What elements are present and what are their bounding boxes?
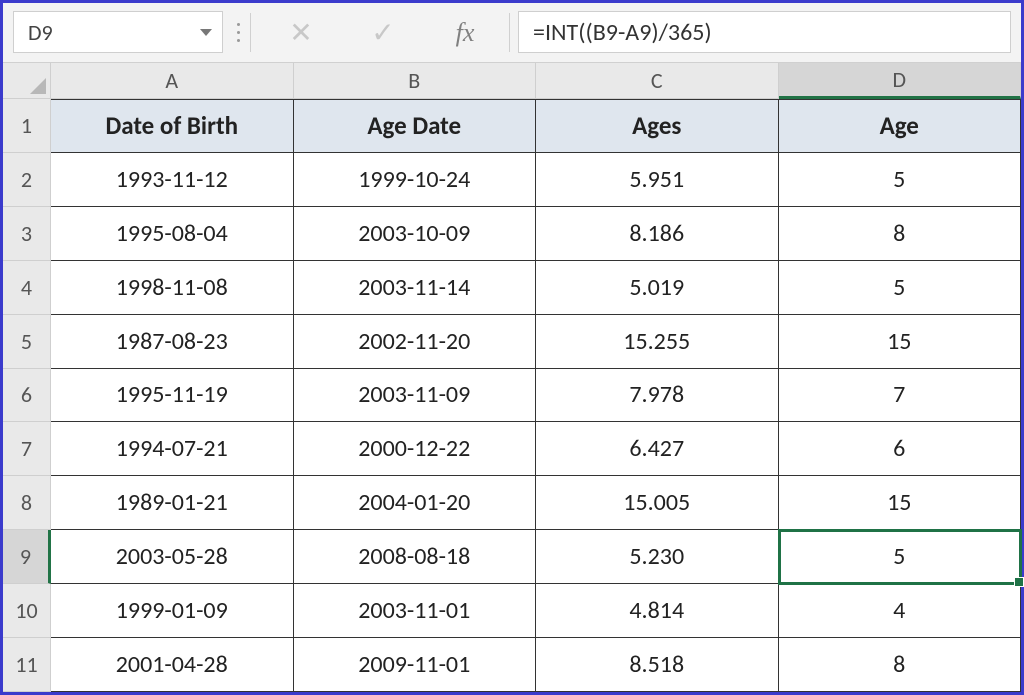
cell-C9[interactable]: 5.230 xyxy=(536,530,779,584)
row-header-1[interactable]: 1 xyxy=(3,99,51,153)
table-row: 41998-11-082003-11-145.0195 xyxy=(3,261,1021,315)
row-header-4[interactable]: 4 xyxy=(3,261,51,315)
cell-A10[interactable]: 1999-01-09 xyxy=(51,584,294,638)
cell-B8[interactable]: 2004-01-20 xyxy=(294,476,537,530)
cell-B3[interactable]: 2003-10-09 xyxy=(294,207,537,261)
row-header-2[interactable]: 2 xyxy=(3,153,51,207)
worksheet: ABCD 1Date of BirthAge DateAgesAge21993-… xyxy=(3,63,1021,692)
cancel-button[interactable]: ✕ xyxy=(279,11,323,55)
cell-A5[interactable]: 1987-08-23 xyxy=(51,315,294,369)
row-header-5[interactable]: 5 xyxy=(3,315,51,369)
cell-D9[interactable]: 5 xyxy=(779,530,1022,584)
row-header-11[interactable]: 11 xyxy=(3,638,51,692)
cell-B1[interactable]: Age Date xyxy=(294,99,537,153)
column-header-B[interactable]: B xyxy=(294,63,537,99)
row-header-8[interactable]: 8 xyxy=(3,476,51,530)
cell-C4[interactable]: 5.019 xyxy=(536,261,779,315)
table-row: 21993-11-121999-10-245.9515 xyxy=(3,153,1021,207)
cell-C1[interactable]: Ages xyxy=(536,99,779,153)
table-row: 61995-11-192003-11-097.9787 xyxy=(3,369,1021,423)
name-box[interactable]: D9 xyxy=(13,11,223,53)
cell-C7[interactable]: 6.427 xyxy=(536,422,779,476)
table-header-row: 1Date of BirthAge DateAgesAge xyxy=(3,99,1021,153)
fx-icon: fx xyxy=(456,18,475,48)
cell-D7[interactable]: 6 xyxy=(779,422,1022,476)
drag-handle-icon[interactable] xyxy=(231,3,246,62)
cell-A8[interactable]: 1989-01-21 xyxy=(51,476,294,530)
column-header-A[interactable]: A xyxy=(51,63,294,99)
cell-A9[interactable]: 2003-05-28 xyxy=(51,530,294,584)
cell-C11[interactable]: 8.518 xyxy=(536,638,779,692)
cell-A4[interactable]: 1998-11-08 xyxy=(51,261,294,315)
table-row: 71994-07-212000-12-226.4276 xyxy=(3,422,1021,476)
cell-D8[interactable]: 15 xyxy=(779,476,1022,530)
cell-C10[interactable]: 4.814 xyxy=(536,584,779,638)
cell-A1[interactable]: Date of Birth xyxy=(51,99,294,153)
cell-D11[interactable]: 8 xyxy=(779,638,1022,692)
cell-D3[interactable]: 8 xyxy=(779,207,1022,261)
table-row: 101999-01-092003-11-014.8144 xyxy=(3,584,1021,638)
table-row: 31995-08-042003-10-098.1868 xyxy=(3,207,1021,261)
insert-function-button[interactable]: fx xyxy=(443,11,487,55)
formula-input[interactable]: =INT((B9-A9)/365) xyxy=(518,11,1011,53)
column-headers: ABCD xyxy=(3,63,1021,99)
cell-B11[interactable]: 2009-11-01 xyxy=(294,638,537,692)
cell-C6[interactable]: 7.978 xyxy=(536,369,779,423)
cell-D6[interactable]: 7 xyxy=(779,369,1022,423)
cell-B5[interactable]: 2002-11-20 xyxy=(294,315,537,369)
cancel-icon: ✕ xyxy=(289,15,312,50)
cell-D1[interactable]: Age xyxy=(779,99,1022,153)
row-header-10[interactable]: 10 xyxy=(3,584,51,638)
cell-A7[interactable]: 1994-07-21 xyxy=(51,422,294,476)
formula-bar: D9 ✕ ✓ fx =INT((B9-A9)/365) xyxy=(3,3,1021,63)
cell-B4[interactable]: 2003-11-14 xyxy=(294,261,537,315)
grid-body: 1Date of BirthAge DateAgesAge21993-11-12… xyxy=(3,99,1021,692)
column-header-D[interactable]: D xyxy=(779,63,1022,99)
cell-C8[interactable]: 15.005 xyxy=(536,476,779,530)
formula-bar-buttons: ✕ ✓ fx xyxy=(255,3,505,62)
cell-D5[interactable]: 15 xyxy=(779,315,1022,369)
cell-B6[interactable]: 2003-11-09 xyxy=(294,369,537,423)
separator xyxy=(250,13,251,52)
cell-D10[interactable]: 4 xyxy=(779,584,1022,638)
enter-button[interactable]: ✓ xyxy=(361,11,405,55)
table-row: 112001-04-282009-11-018.5188 xyxy=(3,638,1021,692)
chevron-down-icon[interactable] xyxy=(200,29,212,36)
cell-C5[interactable]: 15.255 xyxy=(536,315,779,369)
select-all-corner[interactable] xyxy=(3,63,51,99)
cell-A2[interactable]: 1993-11-12 xyxy=(51,153,294,207)
cell-D4[interactable]: 5 xyxy=(779,261,1022,315)
check-icon: ✓ xyxy=(371,15,394,50)
table-row: 92003-05-282008-08-185.2305 xyxy=(3,530,1021,584)
cell-D2[interactable]: 5 xyxy=(779,153,1022,207)
name-box-value: D9 xyxy=(28,19,53,46)
formula-text: =INT((B9-A9)/365) xyxy=(533,18,712,47)
table-row: 81989-01-212004-01-2015.00515 xyxy=(3,476,1021,530)
cell-B10[interactable]: 2003-11-01 xyxy=(294,584,537,638)
cell-C2[interactable]: 5.951 xyxy=(536,153,779,207)
table-row: 51987-08-232002-11-2015.25515 xyxy=(3,315,1021,369)
separator xyxy=(509,13,510,52)
spreadsheet-window: D9 ✕ ✓ fx =INT((B9-A9)/365) ABCD xyxy=(0,0,1024,695)
cell-B7[interactable]: 2000-12-22 xyxy=(294,422,537,476)
row-header-9[interactable]: 9 xyxy=(3,530,51,584)
cell-C3[interactable]: 8.186 xyxy=(536,207,779,261)
cell-A11[interactable]: 2001-04-28 xyxy=(51,638,294,692)
cell-A6[interactable]: 1995-11-19 xyxy=(51,369,294,423)
row-header-6[interactable]: 6 xyxy=(3,369,51,423)
cell-A3[interactable]: 1995-08-04 xyxy=(51,207,294,261)
column-header-C[interactable]: C xyxy=(536,63,779,99)
cell-B2[interactable]: 1999-10-24 xyxy=(294,153,537,207)
row-header-7[interactable]: 7 xyxy=(3,422,51,476)
row-header-3[interactable]: 3 xyxy=(3,207,51,261)
cell-B9[interactable]: 2008-08-18 xyxy=(294,530,537,584)
